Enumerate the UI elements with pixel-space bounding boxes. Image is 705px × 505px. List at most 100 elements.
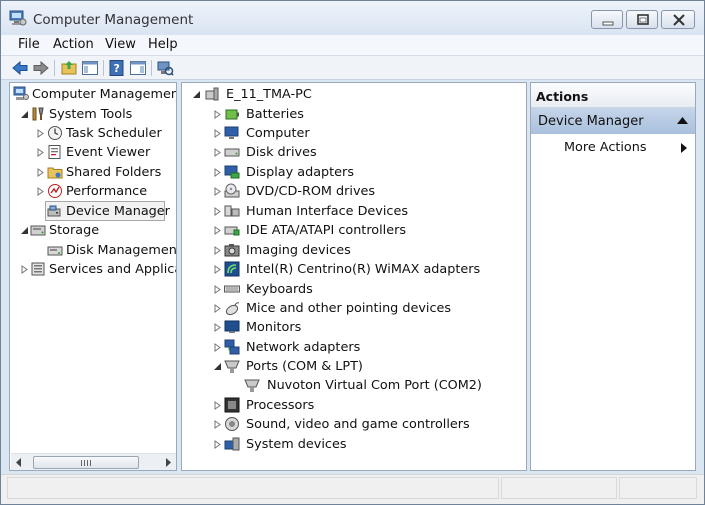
device-category-dvd-cd-rom-drives[interactable]: DVD/CD-ROM drives: [182, 182, 526, 201]
device-category-mice[interactable]: Mice and other pointing devices: [182, 299, 526, 318]
scroll-left-arrow-icon[interactable]: [15, 458, 23, 467]
device-category-wimax-adapters[interactable]: Intel(R) Centrino(R) WiMAX adapters: [182, 260, 526, 279]
tree-node-shared-folders[interactable]: Shared Folders: [10, 163, 176, 182]
close-button[interactable]: [661, 10, 695, 29]
collapsed-triangle-icon[interactable]: [36, 168, 45, 177]
submenu-arrow-icon[interactable]: [681, 143, 687, 153]
tree-node-label: Shared Folders: [66, 165, 162, 180]
expanded-triangle-icon[interactable]: [20, 226, 29, 235]
tree-node-performance[interactable]: Performance: [10, 182, 176, 201]
expanded-triangle-icon[interactable]: [213, 362, 222, 371]
tree-node-label: Device Manager: [66, 204, 170, 219]
collapsed-triangle-icon[interactable]: [213, 420, 222, 429]
network-adapter-icon: [224, 339, 240, 355]
tree-node-disk-management[interactable]: Disk Management: [10, 241, 176, 260]
tree-node-system-tools[interactable]: System Tools: [10, 105, 176, 124]
collapsed-triangle-icon[interactable]: [213, 285, 222, 294]
system-device-icon: [224, 437, 240, 451]
maximize-icon: [637, 14, 649, 25]
collapsed-triangle-icon[interactable]: [36, 148, 45, 157]
device-category-computer[interactable]: Computer: [182, 124, 526, 143]
tree-node-device-manager[interactable]: Device Manager: [10, 202, 176, 221]
close-icon: [673, 14, 685, 26]
collapsed-triangle-icon[interactable]: [213, 246, 222, 255]
scroll-right-arrow-icon[interactable]: [164, 458, 172, 467]
device-category-disk-drives[interactable]: Disk drives: [182, 143, 526, 162]
more-actions-label: More Actions: [564, 140, 647, 155]
expanded-triangle-icon[interactable]: [192, 90, 201, 99]
scan-hardware-icon[interactable]: [156, 59, 174, 77]
collapsed-triangle-icon[interactable]: [213, 168, 222, 177]
minimize-button[interactable]: [591, 10, 623, 29]
collapsed-triangle-icon[interactable]: [213, 110, 222, 119]
horizontal-scrollbar[interactable]: [11, 453, 176, 470]
more-actions-item[interactable]: More Actions: [564, 140, 647, 155]
collapsed-triangle-icon[interactable]: [20, 265, 29, 274]
device-nuvoton-virtual-com-port[interactable]: Nuvoton Virtual Com Port (COM2): [182, 376, 526, 395]
menu-view[interactable]: View: [105, 37, 136, 52]
device-category-sound-video-game[interactable]: Sound, video and game controllers: [182, 415, 526, 434]
help-icon[interactable]: ?: [108, 59, 126, 77]
collapsed-triangle-icon[interactable]: [213, 401, 222, 410]
menu-file[interactable]: File: [18, 37, 40, 52]
device-category-batteries[interactable]: Batteries: [182, 105, 526, 124]
maximize-button[interactable]: [626, 10, 658, 29]
menu-action[interactable]: Action: [53, 37, 94, 52]
tree-node-label: System Tools: [49, 107, 133, 122]
device-category-system-devices[interactable]: System devices: [182, 435, 526, 454]
port-icon: [244, 379, 260, 392]
forward-arrow-icon[interactable]: [32, 59, 50, 77]
collapsed-triangle-icon[interactable]: [213, 129, 222, 138]
back-arrow-icon[interactable]: [11, 59, 29, 77]
device-category-imaging-devices[interactable]: Imaging devices: [182, 241, 526, 260]
system-tools-icon: [32, 107, 44, 121]
device-category-keyboards[interactable]: Keyboards: [182, 280, 526, 299]
collapse-up-icon[interactable]: [677, 117, 688, 124]
actions-section-device-manager[interactable]: Device Manager: [531, 108, 695, 134]
collapsed-triangle-icon[interactable]: [213, 226, 222, 235]
tree-node-computer-management[interactable]: Computer Management: [10, 85, 176, 104]
collapsed-triangle-icon[interactable]: [36, 129, 45, 138]
collapsed-triangle-icon[interactable]: [213, 323, 222, 332]
show-hide-action-pane-icon[interactable]: [129, 59, 147, 77]
collapsed-triangle-icon[interactable]: [213, 207, 222, 216]
device-category-processors[interactable]: Processors: [182, 396, 526, 415]
svg-text:?: ?: [114, 62, 120, 75]
device-category-label: Sound, video and game controllers: [246, 417, 470, 432]
tree-node-event-viewer[interactable]: Event Viewer: [10, 143, 176, 162]
device-manager-icon: [47, 205, 61, 217]
menu-help[interactable]: Help: [148, 37, 178, 52]
expanded-triangle-icon[interactable]: [20, 110, 29, 119]
computer-management-app-icon: [9, 10, 27, 26]
collapsed-triangle-icon[interactable]: [213, 265, 222, 274]
up-folder-icon[interactable]: [60, 59, 78, 77]
title-bar[interactable]: Computer Management: [1, 1, 704, 35]
device-category-monitors[interactable]: Monitors: [182, 318, 526, 337]
console-tree-pane[interactable]: Computer Management System Tools Task Sc…: [9, 82, 177, 471]
actions-header: Actions: [531, 83, 695, 108]
collapsed-triangle-icon[interactable]: [213, 148, 222, 157]
battery-icon: [225, 109, 239, 120]
device-category-ports[interactable]: Ports (COM & LPT): [182, 357, 526, 376]
collapsed-triangle-icon[interactable]: [36, 187, 45, 196]
ide-controller-icon: [224, 226, 240, 236]
collapsed-triangle-icon[interactable]: [213, 343, 222, 352]
device-category-human-interface-devices[interactable]: Human Interface Devices: [182, 202, 526, 221]
device-tree-root[interactable]: E_11_TMA-PC: [182, 85, 526, 104]
tree-node-services-and-applications[interactable]: Services and Applicat: [10, 260, 176, 279]
tree-node-storage[interactable]: Storage: [10, 221, 176, 240]
collapsed-triangle-icon[interactable]: [213, 187, 222, 196]
collapsed-triangle-icon[interactable]: [213, 440, 222, 449]
device-tree-pane[interactable]: E_11_TMA-PC Batteries Computer Disk driv…: [181, 82, 527, 471]
status-cell: [501, 477, 617, 499]
scrollbar-thumb[interactable]: [33, 456, 139, 469]
tree-node-task-scheduler[interactable]: Task Scheduler: [10, 124, 176, 143]
show-hide-console-tree-icon[interactable]: [81, 59, 99, 77]
mouse-icon: [225, 302, 240, 316]
actions-section-title: Device Manager: [538, 114, 644, 129]
device-category-display-adapters[interactable]: Display adapters: [182, 163, 526, 182]
window-title: Computer Management: [33, 12, 194, 28]
device-category-ide-ata-atapi-controllers[interactable]: IDE ATA/ATAPI controllers: [182, 221, 526, 240]
device-category-network-adapters[interactable]: Network adapters: [182, 338, 526, 357]
collapsed-triangle-icon[interactable]: [213, 304, 222, 313]
